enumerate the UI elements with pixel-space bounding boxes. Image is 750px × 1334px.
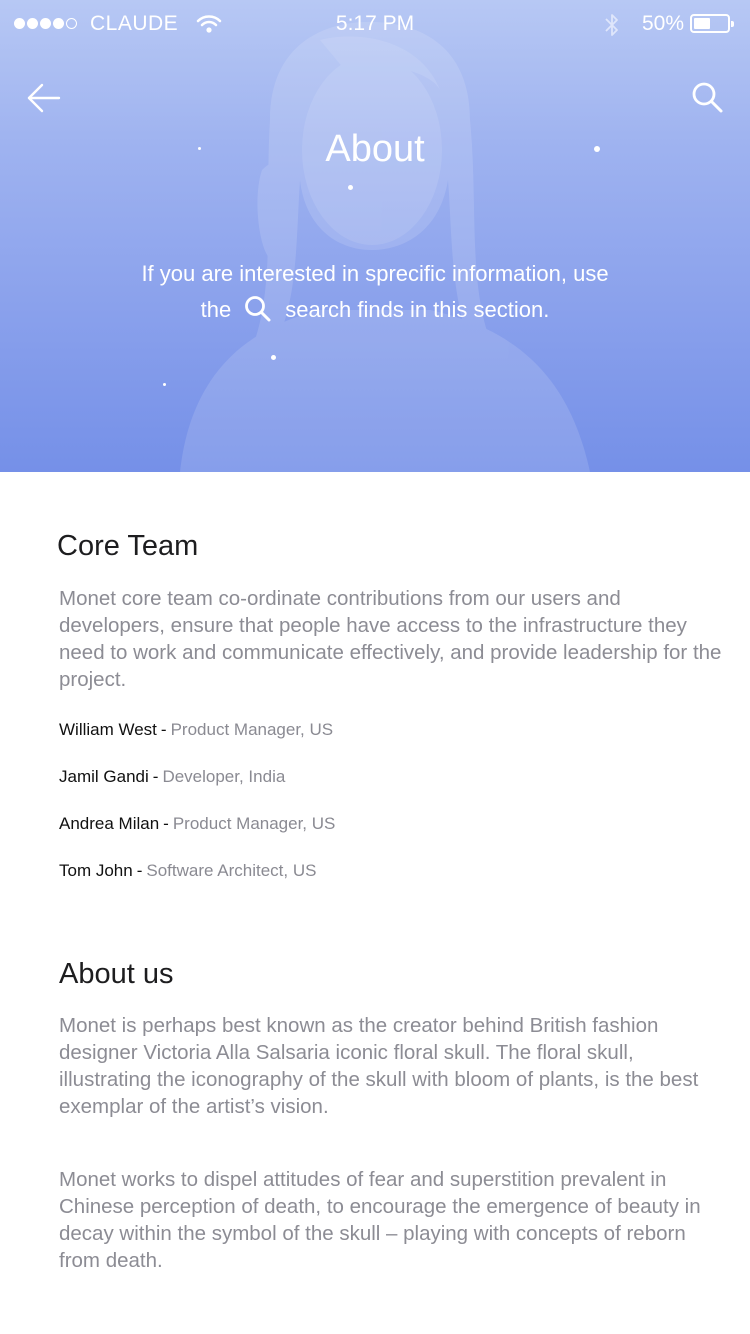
sparkle-dot [163, 383, 166, 386]
arrow-left-icon [27, 83, 61, 113]
team-member: Andrea Milan - Product Manager, US [59, 814, 335, 834]
team-member: Jamil Gandi - Developer, India [59, 767, 285, 787]
inline-search-icon [245, 296, 271, 322]
member-separator: - [160, 720, 167, 739]
sparkle-dot [198, 147, 201, 150]
member-separator: - [152, 767, 159, 786]
battery-percentage: 50% [642, 12, 685, 35]
hero-header: CLAUDE 5:17 PM 50% About If you are inte… [0, 0, 750, 472]
member-name: Jamil Gandi [59, 767, 149, 786]
about-us-paragraph-2: Monet works to dispel attitudes of fear … [59, 1168, 701, 1272]
member-role: Developer, India [162, 767, 286, 786]
team-member: Tom John - Software Architect, US [59, 861, 316, 881]
status-time: 5:17 PM [335, 12, 415, 35]
member-role: Product Manager, US [170, 720, 334, 739]
member-role: Software Architect, US [146, 861, 317, 880]
hero-background-photo [180, 21, 590, 472]
member-role: Product Manager, US [172, 814, 336, 833]
member-name: Andrea Milan [59, 814, 160, 833]
sparkle-dot [348, 185, 353, 190]
sparkle-dot [594, 146, 600, 152]
core-team-heading: Core Team [57, 530, 199, 562]
member-separator: - [136, 861, 143, 880]
member-name: Tom John [59, 861, 133, 880]
bluetooth-icon [605, 14, 618, 36]
about-us-paragraph-1: Monet is perhaps best known as the creat… [59, 1014, 699, 1118]
member-separator: - [163, 814, 169, 833]
page-description: If you are interested in sprecific infor… [0, 256, 750, 328]
status-bar: CLAUDE 5:17 PM 50% [0, 0, 750, 50]
battery-icon [690, 14, 734, 33]
description-line-1: If you are interested in sprecific infor… [141, 261, 609, 286]
member-name: William West [59, 720, 157, 739]
back-button[interactable] [24, 78, 64, 118]
battery-level [694, 18, 710, 29]
page-title: About [325, 128, 425, 170]
team-member: William West - Product Manager, US [59, 720, 333, 740]
about-us-heading: About us [59, 958, 174, 990]
search-icon [692, 82, 723, 113]
core-team-description: Monet core team co-ordinate contribution… [59, 587, 722, 691]
search-button[interactable] [690, 80, 726, 116]
sparkle-dot [271, 355, 276, 360]
description-post: search finds in this section. [285, 297, 550, 322]
description-pre: the [200, 297, 232, 322]
